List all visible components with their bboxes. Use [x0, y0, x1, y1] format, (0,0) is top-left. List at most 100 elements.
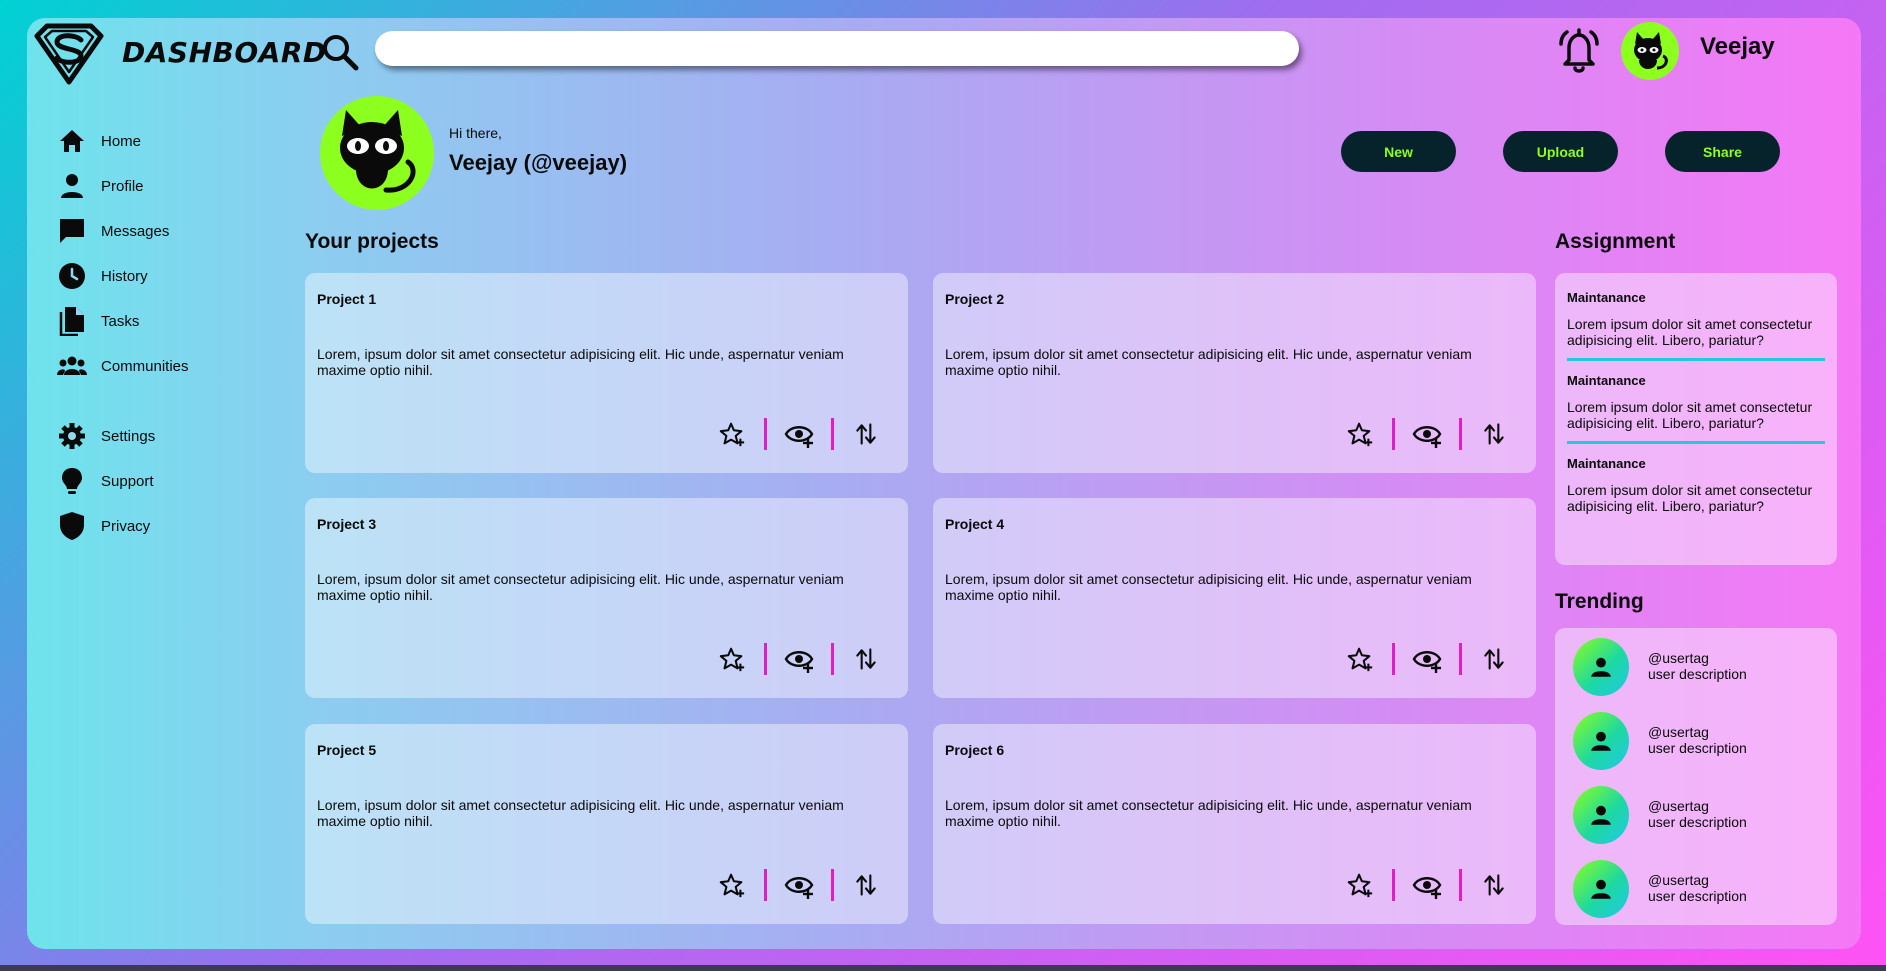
projects-heading: Your projects	[305, 230, 439, 253]
project-title: Project 2	[945, 291, 1005, 307]
assignment-desc: Lorem ipsum dolor sit amet consectetur a…	[1567, 482, 1813, 514]
sidebar-item-privacy[interactable]: Privacy	[57, 509, 277, 543]
assignment-desc: Lorem ipsum dolor sit amet consectetur a…	[1567, 399, 1813, 431]
assignment-title: Maintanance	[1567, 290, 1646, 305]
header-username: Veejay	[1700, 33, 1775, 60]
sidebar-item-messages[interactable]: Messages	[57, 214, 277, 248]
person-icon	[1591, 731, 1611, 751]
new-button[interactable]: New	[1341, 131, 1456, 172]
project-card[interactable]: Project 6 Lorem, ipsum dolor sit amet con…	[933, 724, 1536, 924]
sidebar-item-communities[interactable]: Communities	[57, 349, 277, 383]
search-input[interactable]	[375, 31, 1299, 66]
eye-add-icon[interactable]	[784, 419, 814, 449]
star-add-icon[interactable]	[1345, 644, 1375, 674]
action-separator	[1459, 643, 1462, 675]
profile-avatar[interactable]	[320, 96, 434, 210]
project-actions	[1345, 418, 1509, 450]
project-card[interactable]: Project 2 Lorem, ipsum dolor sit amet con…	[933, 273, 1536, 473]
sidebar-item-label: Privacy	[101, 517, 151, 535]
superman-shield-logo-icon	[34, 23, 104, 85]
trending-user[interactable]: @usertag user description	[1573, 638, 1823, 696]
assignment-divider	[1567, 441, 1825, 444]
project-card[interactable]: Project 3 Lorem, ipsum dolor sit amet con…	[305, 498, 908, 698]
sidebar-item-label: History	[101, 267, 148, 285]
trending-avatar[interactable]	[1573, 638, 1629, 696]
trending-avatar[interactable]	[1573, 786, 1629, 844]
eye-add-icon[interactable]	[784, 644, 814, 674]
trending-user[interactable]: @usertag user description	[1573, 786, 1823, 844]
star-add-icon[interactable]	[717, 870, 747, 900]
trending-user[interactable]: @usertag user description	[1573, 712, 1823, 770]
project-title: Project 3	[317, 516, 377, 532]
star-add-icon[interactable]	[1345, 870, 1375, 900]
action-separator	[764, 869, 767, 901]
page-bottom-edge	[0, 965, 1886, 971]
action-separator	[831, 869, 834, 901]
assignment-item[interactable]: Maintanance Lorem ipsum dolor sit amet c…	[1555, 373, 1837, 431]
swap-vertical-icon[interactable]	[1479, 644, 1509, 674]
person-icon	[1591, 805, 1611, 825]
lightbulb-icon	[62, 468, 82, 494]
bell-icon[interactable]	[1555, 26, 1603, 76]
clock-icon	[59, 263, 85, 289]
assignment-item[interactable]: Maintanance Lorem ipsum dolor sit amet c…	[1555, 456, 1837, 514]
project-actions	[717, 643, 881, 675]
project-actions	[1345, 643, 1509, 675]
greeting-text: Hi there,	[449, 125, 502, 141]
action-separator	[831, 643, 834, 675]
project-description: Lorem, ipsum dolor sit amet consectetur …	[317, 346, 844, 378]
trending-avatar[interactable]	[1573, 860, 1629, 918]
assignment-heading: Assignment	[1555, 230, 1676, 253]
project-description: Lorem, ipsum dolor sit amet consectetur …	[945, 797, 1472, 829]
sidebar-item-history[interactable]: History	[57, 259, 277, 293]
sidebar-item-label: Tasks	[101, 312, 140, 330]
action-separator	[1392, 418, 1395, 450]
project-actions	[717, 418, 881, 450]
trending-panel: @usertag user description @usertag user …	[1555, 628, 1837, 925]
eye-add-icon[interactable]	[1412, 419, 1442, 449]
trending-usertag[interactable]: @usertag	[1648, 798, 1709, 814]
sidebar-item-label: Support	[101, 472, 154, 490]
sidebar-item-tasks[interactable]: Tasks	[57, 304, 277, 338]
sidebar-item-support[interactable]: Support	[57, 464, 277, 498]
document-icon	[59, 307, 84, 336]
project-title: Project 6	[945, 742, 1005, 758]
swap-vertical-icon[interactable]	[1479, 870, 1509, 900]
eye-add-icon[interactable]	[1412, 870, 1442, 900]
swap-vertical-icon[interactable]	[1479, 419, 1509, 449]
sidebar-item-settings[interactable]: Settings	[57, 419, 277, 453]
header-avatar[interactable]	[1621, 22, 1679, 80]
swap-vertical-icon[interactable]	[851, 870, 881, 900]
project-card[interactable]: Project 1 Lorem, ipsum dolor sit amet con…	[305, 273, 908, 473]
project-actions	[717, 869, 881, 901]
trending-usertag[interactable]: @usertag	[1648, 650, 1709, 666]
assignment-item[interactable]: Maintanance Lorem ipsum dolor sit amet c…	[1555, 290, 1837, 348]
assignment-panel: Maintanance Lorem ipsum dolor sit amet c…	[1555, 273, 1837, 565]
swap-vertical-icon[interactable]	[851, 419, 881, 449]
star-add-icon[interactable]	[1345, 419, 1375, 449]
upload-button[interactable]: Upload	[1503, 131, 1618, 172]
eye-add-icon[interactable]	[1412, 644, 1442, 674]
sidebar-item-label: Home	[101, 132, 142, 150]
star-add-icon[interactable]	[717, 419, 747, 449]
trending-avatar[interactable]	[1573, 712, 1629, 770]
trending-user[interactable]: @usertag user description	[1573, 860, 1823, 918]
project-description: Lorem, ipsum dolor sit amet consectetur …	[317, 571, 844, 603]
search-icon[interactable]	[320, 32, 360, 72]
project-card[interactable]: Project 4 Lorem, ipsum dolor sit amet con…	[933, 498, 1536, 698]
trending-usertag[interactable]: @usertag	[1648, 872, 1709, 888]
project-description: Lorem, ipsum dolor sit amet consectetur …	[945, 571, 1472, 603]
action-separator	[1459, 418, 1462, 450]
share-button[interactable]: Share	[1665, 131, 1780, 172]
action-separator	[764, 418, 767, 450]
project-card[interactable]: Project 5 Lorem, ipsum dolor sit amet con…	[305, 724, 908, 924]
star-add-icon[interactable]	[717, 644, 747, 674]
action-separator	[764, 643, 767, 675]
eye-add-icon[interactable]	[784, 870, 814, 900]
swap-vertical-icon[interactable]	[851, 644, 881, 674]
sidebar-item-home[interactable]: Home	[57, 124, 277, 158]
trending-user-description: user description	[1648, 666, 1747, 682]
sidebar-item-label: Messages	[101, 222, 170, 240]
trending-usertag[interactable]: @usertag	[1648, 724, 1709, 740]
sidebar-item-profile[interactable]: Profile	[57, 169, 277, 203]
